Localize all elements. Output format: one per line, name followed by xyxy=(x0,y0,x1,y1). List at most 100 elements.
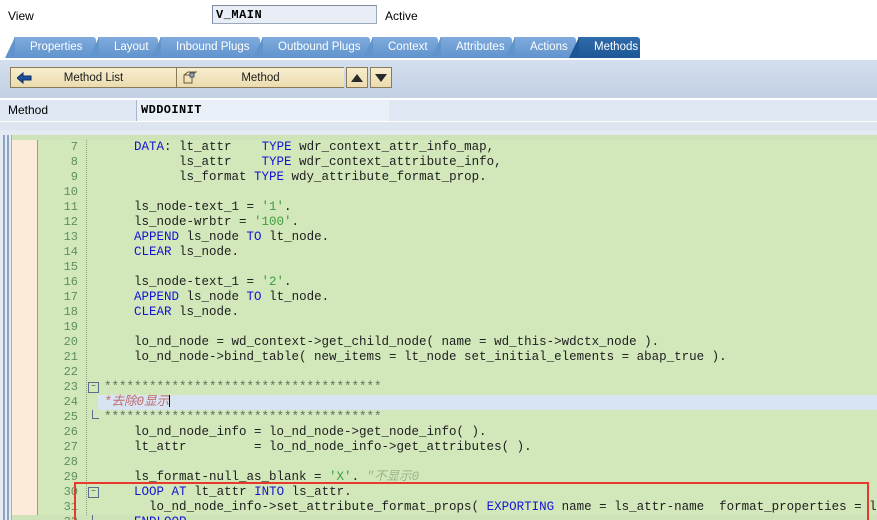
method-field-label: Method xyxy=(8,103,49,117)
line-number: 24 xyxy=(63,395,78,409)
code-line[interactable]: 12 ls_node-wrbtr = '100'. xyxy=(38,215,877,230)
view-label: View xyxy=(8,9,34,23)
tab-attributes[interactable]: Attributes xyxy=(431,37,512,58)
line-number: 10 xyxy=(63,185,78,199)
code-line[interactable]: 9 ls_format TYPE wdy_attribute_format_pr… xyxy=(38,170,877,185)
code-line[interactable]: 26 lo_nd_node_info = lo_nd_node->get_nod… xyxy=(38,425,877,440)
code-line[interactable]: 28 xyxy=(38,455,877,470)
triangle-up-icon xyxy=(351,73,363,82)
line-number: 13 xyxy=(63,230,78,244)
tab-outbound-plugs[interactable]: Outbound Plugs xyxy=(253,37,370,58)
code-line[interactable]: 22 xyxy=(38,365,877,380)
line-number: 26 xyxy=(63,425,78,439)
tab-label: Outbound Plugs xyxy=(278,41,361,53)
tab-label: Inbound Plugs xyxy=(176,41,250,53)
code-line[interactable]: 20 lo_nd_node = wd_context->get_child_no… xyxy=(38,335,877,350)
method-button[interactable]: Method xyxy=(176,67,344,88)
code-line[interactable]: 10 xyxy=(38,185,877,200)
code-line[interactable]: 32 ENDLOOP. xyxy=(38,515,877,520)
current-line-highlight xyxy=(98,395,877,410)
code-text: ls_node-text_1 = '2'. xyxy=(104,275,292,289)
method-name-row: Method WDDOINIT xyxy=(0,100,877,121)
tab-inbound-plugs[interactable]: Inbound Plugs xyxy=(151,37,260,58)
code-line[interactable]: 7 DATA: lt_attr TYPE wdr_context_attr_in… xyxy=(38,140,877,155)
code-line[interactable]: 17 APPEND ls_node TO lt_node. xyxy=(38,290,877,305)
code-text: CLEAR ls_node. xyxy=(134,305,240,319)
code-text: APPEND ls_node TO lt_node. xyxy=(134,230,330,244)
code-text: ls_format-null_as_blank = 'X'. "不显示0 xyxy=(104,470,420,484)
triangle-down-icon xyxy=(375,73,387,82)
line-number: 31 xyxy=(63,500,78,514)
back-arrow-icon xyxy=(16,70,32,86)
code-text: ls_attr TYPE wdr_context_attribute_info, xyxy=(104,155,502,169)
code-line[interactable]: 13 APPEND ls_node TO lt_node. xyxy=(38,230,877,245)
code-line[interactable]: 30− LOOP AT lt_attr INTO ls_attr. xyxy=(38,485,877,500)
line-number: 7 xyxy=(70,140,78,154)
code-line[interactable]: 8 ls_attr TYPE wdr_context_attribute_inf… xyxy=(38,155,877,170)
code-line[interactable]: 24 *去除0显示 xyxy=(38,395,877,410)
fold-collapse-icon[interactable]: − xyxy=(88,382,99,393)
line-number: 16 xyxy=(63,275,78,289)
code-surface[interactable]: 7 DATA: lt_attr TYPE wdr_context_attr_in… xyxy=(38,140,877,520)
code-text: ls_format TYPE wdy_attribute_format_prop… xyxy=(104,170,487,184)
fold-collapse-icon[interactable]: − xyxy=(88,487,99,498)
code-line[interactable]: 25 ************************************* xyxy=(38,410,877,425)
line-number: 11 xyxy=(63,200,78,214)
code-line[interactable]: 19 xyxy=(38,320,877,335)
previous-method-button[interactable] xyxy=(346,67,368,88)
tab-layout[interactable]: Layout xyxy=(89,37,158,58)
line-number: 14 xyxy=(63,245,78,259)
view-status-text: Active xyxy=(385,9,418,23)
line-number: 28 xyxy=(63,455,78,469)
line-number: 29 xyxy=(63,470,78,484)
code-line[interactable]: 23− ************************************* xyxy=(38,380,877,395)
line-number: 20 xyxy=(63,335,78,349)
code-line[interactable]: 29 ls_format-null_as_blank = 'X'. "不显示0 xyxy=(38,470,877,485)
line-number: 23 xyxy=(63,380,78,394)
code-line[interactable]: 27 lt_attr = lo_nd_node_info->get_attrib… xyxy=(38,440,877,455)
code-text: ls_node-wrbtr = '100'. xyxy=(104,215,300,229)
code-text: lo_nd_node_info = lo_nd_node->get_node_i… xyxy=(104,425,487,439)
tab-label: Methods xyxy=(594,41,639,53)
code-line[interactable]: 31 lo_nd_node_info->set_attribute_format… xyxy=(38,500,877,515)
line-number: 8 xyxy=(70,155,78,169)
method-name-field[interactable]: WDDOINIT xyxy=(136,100,389,121)
method-cube-icon xyxy=(182,70,198,86)
line-number: 32 xyxy=(38,515,78,520)
code-line[interactable]: 15 xyxy=(38,260,877,275)
line-number: 12 xyxy=(63,215,78,229)
code-line[interactable]: 18 CLEAR ls_node. xyxy=(38,305,877,320)
code-text: *去除0显示 xyxy=(104,395,171,409)
method-list-button[interactable]: Method List xyxy=(10,67,176,88)
abap-code-editor[interactable]: 7 DATA: lt_attr TYPE wdr_context_attr_in… xyxy=(0,135,877,520)
line-number: 27 xyxy=(63,440,78,454)
text-caret xyxy=(169,395,171,407)
tab-strip: Properties Layout Inbound Plugs Outbound Pl… xyxy=(0,34,877,60)
code-text: lo_nd_node->bind_table( new_items = lt_n… xyxy=(104,350,727,364)
code-text: ENDLOOP. xyxy=(104,515,194,520)
method-button-label: Method xyxy=(241,71,280,84)
tab-label: Layout xyxy=(114,41,149,53)
code-line[interactable]: 11 ls_node-text_1 = '1'. xyxy=(38,200,877,215)
code-text: ************************************* xyxy=(104,410,382,424)
tab-properties[interactable]: Properties xyxy=(5,37,96,58)
tab-actions[interactable]: Actions xyxy=(505,37,576,58)
code-lines[interactable]: 7 DATA: lt_attr TYPE wdr_context_attr_in… xyxy=(38,140,877,520)
tab-context[interactable]: Context xyxy=(363,37,438,58)
code-text: lt_attr = lo_nd_node_info->get_attribute… xyxy=(104,440,532,454)
editor-bookmark-column[interactable] xyxy=(12,140,38,515)
code-text: CLEAR ls_node. xyxy=(134,245,240,259)
code-line[interactable]: 16 ls_node-text_1 = '2'. xyxy=(38,275,877,290)
line-number: 22 xyxy=(63,365,78,379)
tab-methods[interactable]: Methods xyxy=(569,37,640,58)
code-line[interactable]: 14 CLEAR ls_node. xyxy=(38,245,877,260)
fold-end-marker-icon xyxy=(92,515,99,520)
line-number: 25 xyxy=(63,410,78,424)
line-number: 17 xyxy=(63,290,78,304)
line-number: 9 xyxy=(70,170,78,184)
code-line[interactable]: 21 lo_nd_node->bind_table( new_items = l… xyxy=(38,350,877,365)
view-name-input[interactable]: V_MAIN xyxy=(212,5,377,24)
next-method-button[interactable] xyxy=(370,67,392,88)
line-number: 30 xyxy=(63,485,78,499)
tab-label: Context xyxy=(388,41,428,53)
